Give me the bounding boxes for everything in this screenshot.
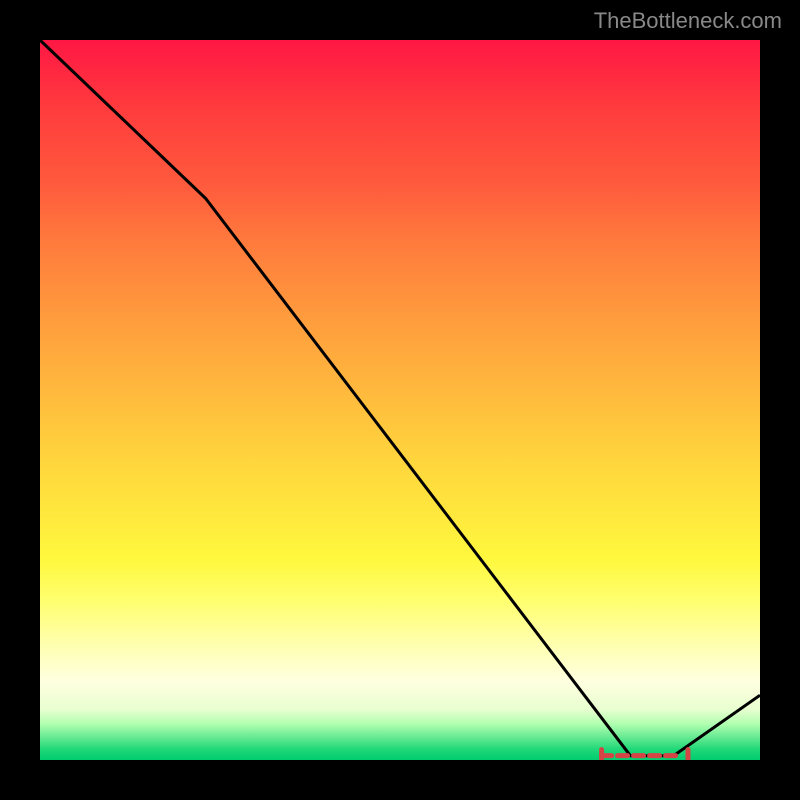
chart-svg (40, 40, 760, 760)
watermark-text: TheBottleneck.com (594, 8, 782, 34)
data-line (40, 40, 760, 756)
bottom-marker-dashes (602, 750, 688, 760)
chart-container: TheBottleneck.com (0, 0, 800, 800)
